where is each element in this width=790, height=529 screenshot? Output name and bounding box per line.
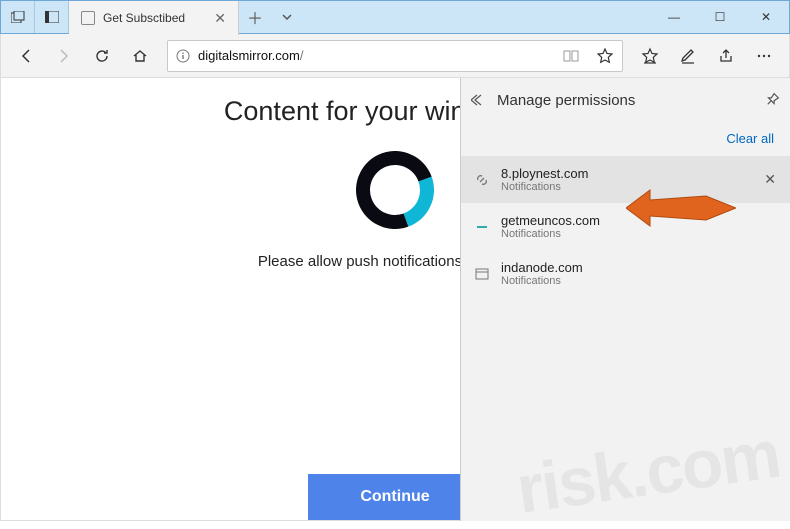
back-button[interactable] (7, 37, 45, 75)
titlebar-left-icons (1, 1, 69, 33)
permission-subtext: Notifications (501, 181, 588, 193)
annotation-arrow-icon (626, 180, 736, 236)
window-controls: — ☐ ✕ (651, 1, 789, 33)
browser-tab[interactable]: Get Subsctibed ✕ (69, 1, 239, 35)
share-button[interactable] (707, 37, 745, 75)
permission-site-icon (473, 171, 491, 189)
home-button[interactable] (121, 37, 159, 75)
tab-close-icon[interactable]: ✕ (214, 10, 226, 27)
permission-domain: getmeuncos.com (501, 213, 600, 228)
permission-remove-icon[interactable]: ✕ (764, 171, 776, 188)
site-info-icon[interactable] (168, 49, 198, 63)
url-text: digitalsmirror.com/ (198, 48, 554, 63)
set-aside-tabs-icon[interactable] (35, 1, 69, 33)
panel-back-icon[interactable] (471, 93, 487, 107)
panel-pin-icon[interactable] (764, 92, 780, 108)
tabs-overview-icon[interactable] (1, 1, 35, 33)
more-button[interactable] (745, 37, 783, 75)
tab-favicon-icon (81, 11, 95, 25)
notes-button[interactable] (669, 37, 707, 75)
clear-all-link[interactable]: Clear all (726, 131, 774, 146)
continue-button[interactable]: Continue (308, 474, 482, 520)
toolbar-right (631, 37, 783, 75)
tab-dropdown-icon[interactable] (271, 1, 303, 33)
permission-item[interactable]: indanode.comNotifications (461, 250, 790, 297)
permission-site-icon (473, 265, 491, 283)
reading-view-icon[interactable] (554, 48, 588, 64)
minimize-button[interactable]: — (651, 1, 697, 33)
address-bar[interactable]: digitalsmirror.com/ (167, 40, 623, 72)
permission-subtext: Notifications (501, 275, 583, 287)
panel-header: Manage permissions (461, 78, 790, 122)
panel-title: Manage permissions (497, 92, 754, 109)
window-close-button[interactable]: ✕ (743, 1, 789, 33)
permission-site-icon (473, 218, 491, 236)
refresh-button[interactable] (83, 37, 121, 75)
maximize-button[interactable]: ☐ (697, 1, 743, 33)
favorites-button[interactable] (631, 37, 669, 75)
panel-clear-row: Clear all (461, 122, 790, 156)
browser-toolbar: digitalsmirror.com/ (0, 34, 790, 78)
permission-domain: 8.ploynest.com (501, 166, 588, 181)
loading-spinner-icon (343, 138, 447, 242)
permission-domain: indanode.com (501, 260, 583, 275)
forward-button[interactable] (45, 37, 83, 75)
permission-subtext: Notifications (501, 228, 600, 240)
favorite-star-icon[interactable] (588, 48, 622, 64)
window-titlebar: Get Subsctibed ✕ ＋ — ☐ ✕ (0, 0, 790, 34)
permissions-panel: Manage permissions Clear all 8.ploynest.… (460, 78, 790, 521)
tab-strip: Get Subsctibed ✕ ＋ (69, 1, 651, 33)
new-tab-button[interactable]: ＋ (239, 1, 271, 33)
tab-title: Get Subsctibed (103, 11, 206, 25)
